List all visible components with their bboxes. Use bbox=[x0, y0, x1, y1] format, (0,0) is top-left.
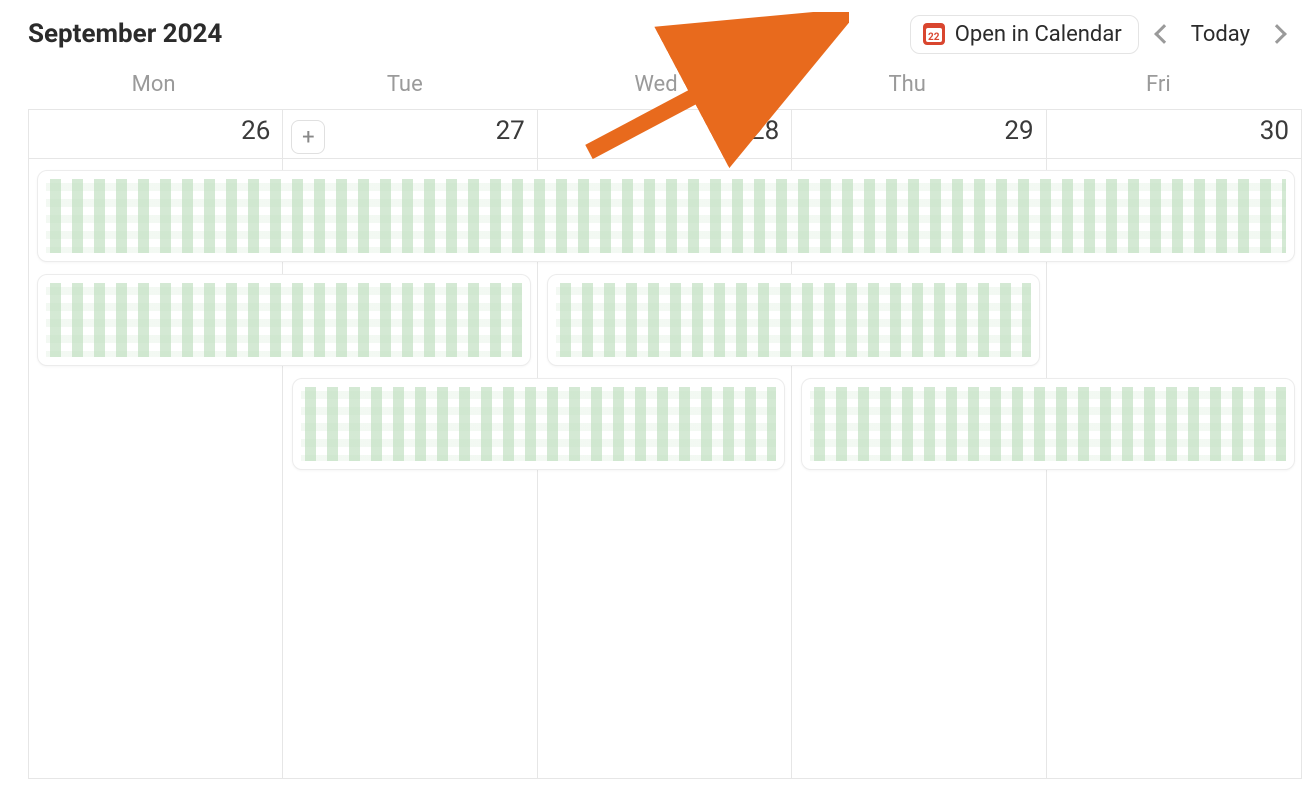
redacted-content bbox=[46, 283, 522, 357]
weekday-header: Wed bbox=[530, 72, 781, 97]
redacted-content bbox=[46, 179, 1286, 253]
calendar-icon: 22 bbox=[923, 23, 945, 45]
weekday-header: Fri bbox=[1033, 72, 1284, 97]
calendar-grid: 26 + 27 28 29 30 bbox=[28, 109, 1302, 779]
calendar-event[interactable] bbox=[37, 170, 1295, 262]
calendar-event[interactable] bbox=[37, 274, 531, 366]
month-title: September 2024 bbox=[28, 19, 222, 49]
today-button[interactable]: Today bbox=[1189, 22, 1252, 47]
calendar-event[interactable] bbox=[801, 378, 1295, 470]
redacted-content bbox=[810, 387, 1286, 461]
prev-week-button[interactable] bbox=[1154, 24, 1174, 44]
calendar-icon-day-number: 22 bbox=[928, 32, 939, 43]
redacted-content bbox=[301, 387, 777, 461]
weekday-header-row: Mon Tue Wed Thu Fri bbox=[28, 72, 1284, 109]
weekday-header: Thu bbox=[782, 72, 1033, 97]
next-week-button[interactable] bbox=[1267, 24, 1287, 44]
weekday-header: Mon bbox=[28, 72, 279, 97]
open-in-calendar-button[interactable]: 22 Open in Calendar bbox=[910, 15, 1139, 54]
events-layer bbox=[29, 110, 1301, 778]
calendar-event[interactable] bbox=[547, 274, 1041, 366]
open-in-calendar-label: Open in Calendar bbox=[955, 22, 1122, 47]
calendar-event[interactable] bbox=[292, 378, 786, 470]
weekday-header: Tue bbox=[279, 72, 530, 97]
redacted-content bbox=[556, 283, 1032, 357]
